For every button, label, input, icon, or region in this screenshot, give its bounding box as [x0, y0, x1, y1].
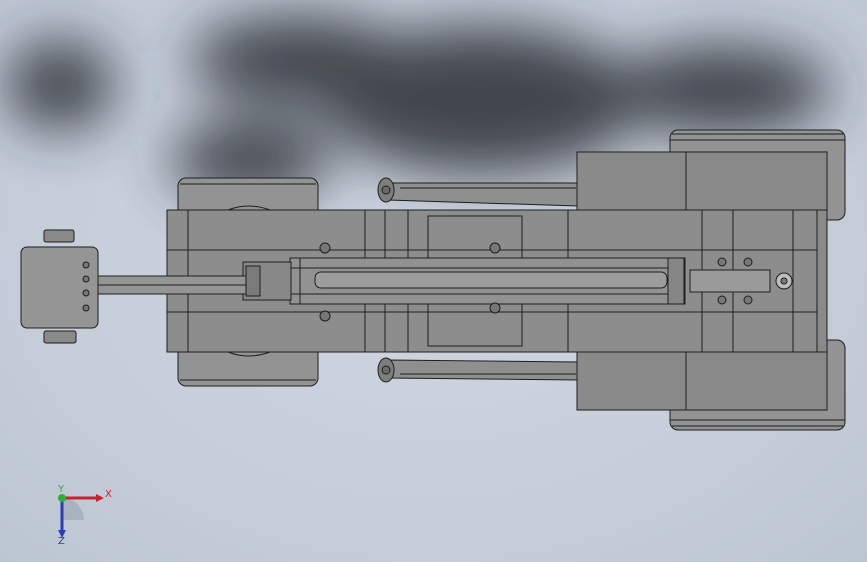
bucket-attachment — [20, 229, 99, 344]
graphics-viewport[interactable]: X Y Z — [0, 0, 867, 562]
excavator-top-view[interactable] — [0, 0, 867, 562]
x-axis-head — [96, 494, 104, 502]
y-axis-label: Y — [57, 484, 65, 495]
axis-triad: X Y Z — [57, 484, 112, 544]
z-axis-label: Z — [58, 536, 65, 544]
triad-plane — [62, 498, 84, 520]
bucket-arm — [97, 275, 247, 295]
y-axis-dot — [58, 494, 66, 502]
outrigger-top — [377, 177, 579, 207]
outrigger-bottom — [377, 357, 579, 383]
boom-arm — [242, 257, 686, 305]
x-axis-label: X — [105, 489, 112, 500]
